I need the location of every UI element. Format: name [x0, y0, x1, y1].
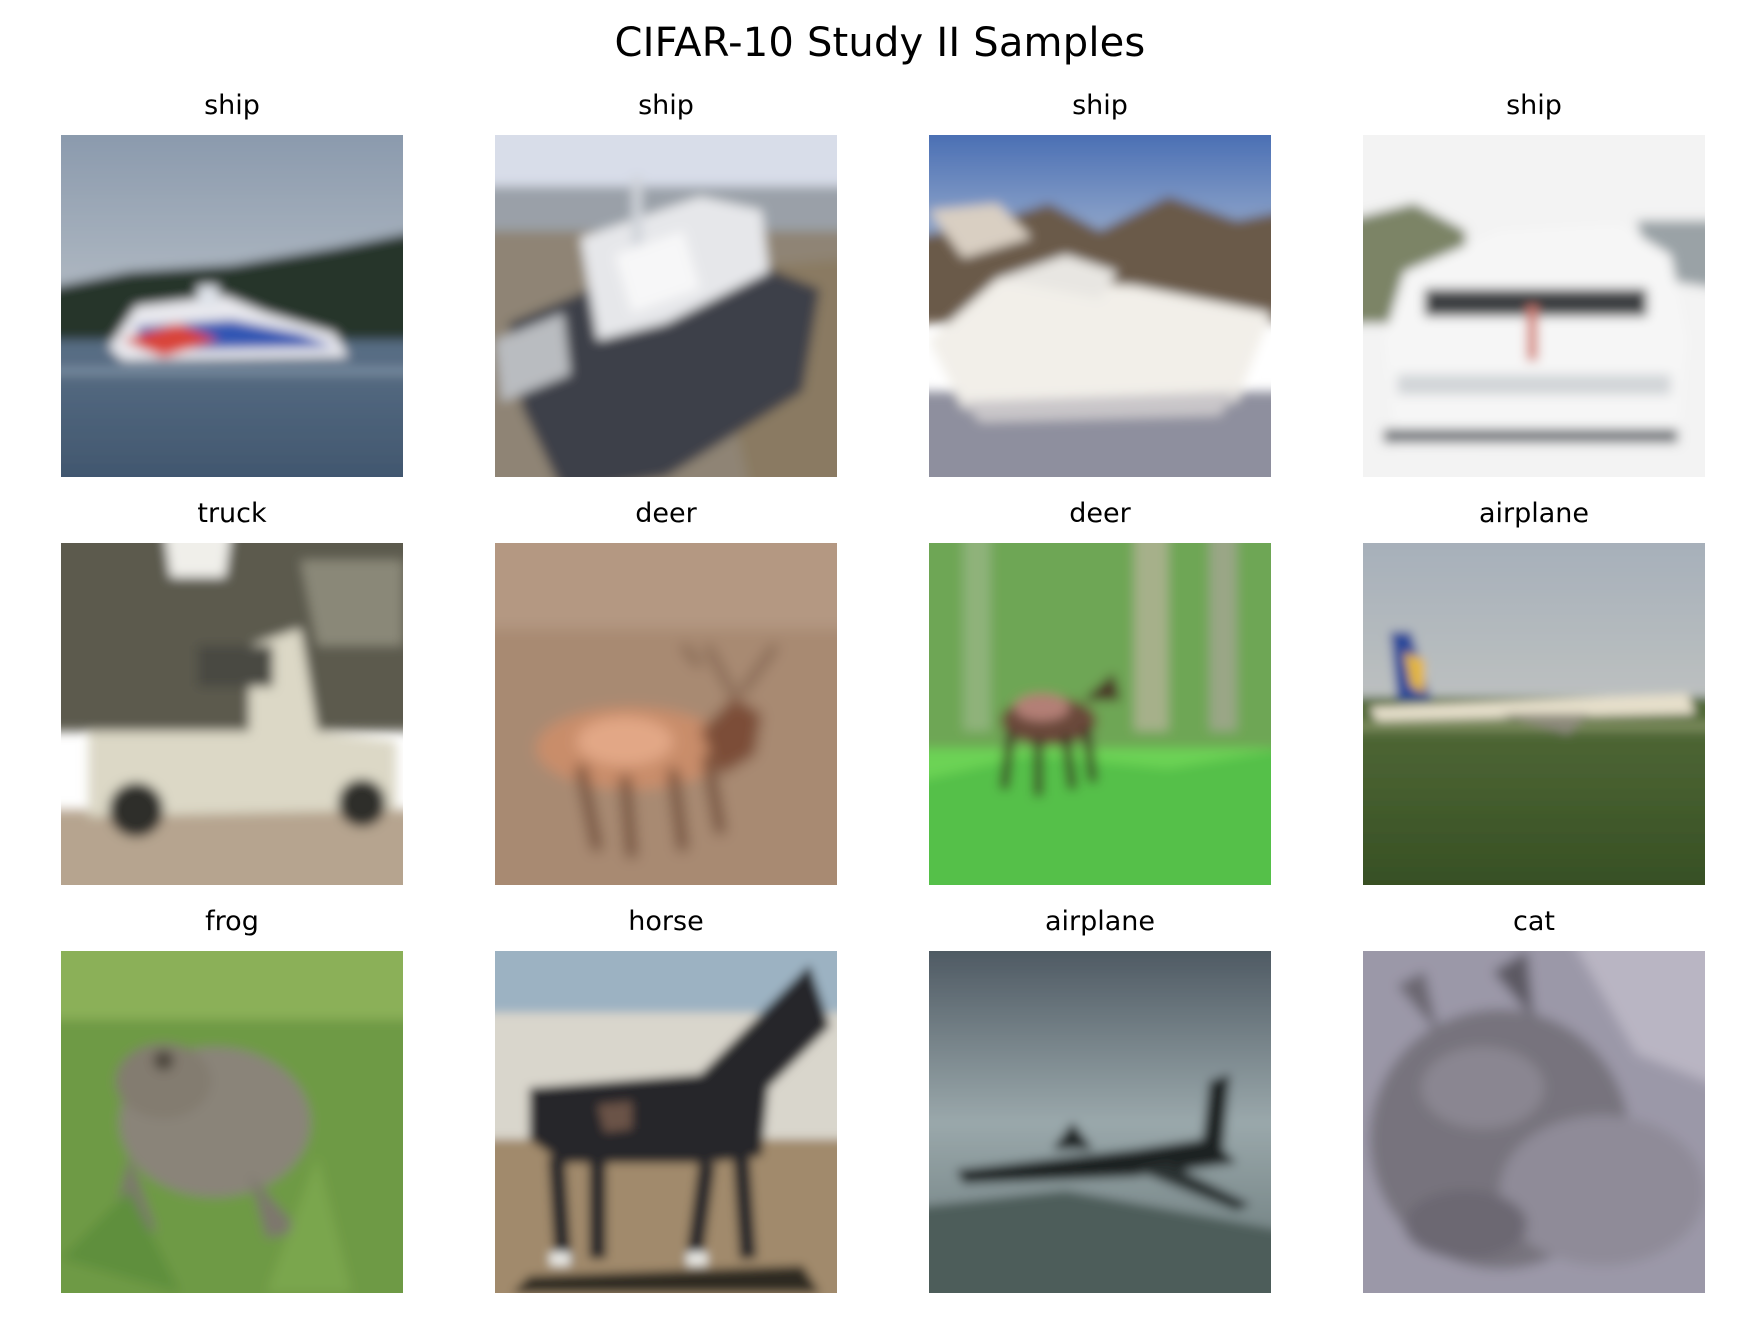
sample-image-ship-motorboat [61, 135, 403, 477]
sample-image-airplane-runway [1363, 543, 1705, 885]
sample-label: deer [635, 498, 697, 529]
sample-image-deer-green-forest [929, 543, 1271, 885]
sample-label: truck [197, 498, 267, 529]
sample-image-ship-dark-hull [495, 135, 837, 477]
sample-label: horse [628, 906, 704, 937]
sample-image-truck [61, 543, 403, 885]
sample-label: ship [1506, 90, 1562, 121]
sample-image-airplane-silhouette [929, 951, 1271, 1293]
sample-image-horse [495, 951, 837, 1293]
sample-label: ship [1072, 90, 1128, 121]
sample-image-frog [61, 951, 403, 1293]
sample-label: deer [1069, 498, 1131, 529]
sample-image-cat [1363, 951, 1705, 1293]
sample-label: ship [204, 90, 260, 121]
figure-title: CIFAR-10 Study II Samples [614, 20, 1146, 66]
sample-label: cat [1513, 906, 1555, 937]
sample-image-deer-brown-field [495, 543, 837, 885]
sample-label: ship [638, 90, 694, 121]
sample-label: frog [205, 906, 259, 937]
sample-image-ship-white-yacht [929, 135, 1271, 477]
sample-label: airplane [1478, 498, 1590, 529]
sample-label: airplane [1044, 906, 1156, 937]
sample-image-ship-white-yacht-bright [1363, 135, 1705, 477]
